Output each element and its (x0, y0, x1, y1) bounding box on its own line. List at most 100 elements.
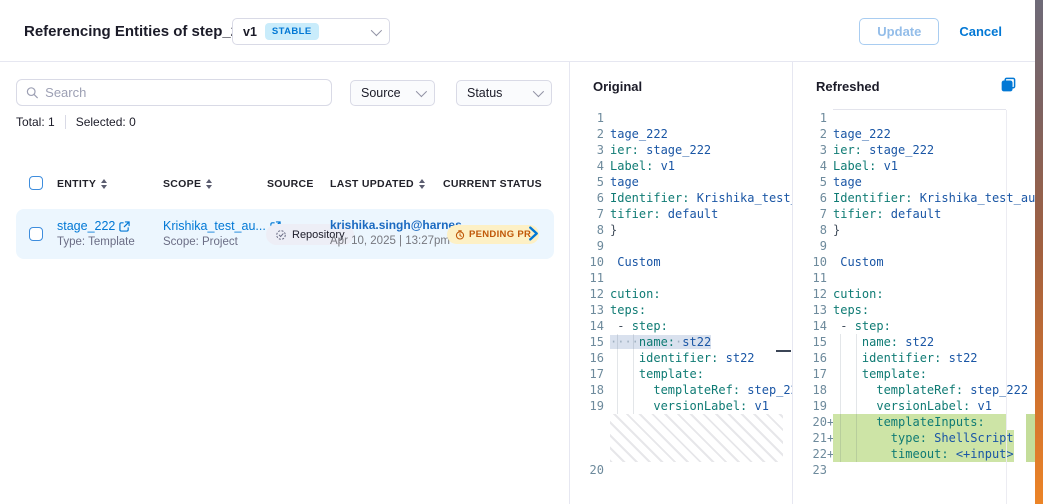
code-line: 1 (570, 110, 783, 126)
code-line: 9 (570, 238, 783, 254)
page-title: Referencing Entities of step_222 (24, 23, 256, 40)
code-line: 15····name:·st22 (570, 334, 783, 350)
code-line: 19 versionLabel: v1 (570, 398, 783, 414)
code-line: 7tifier: default (570, 206, 783, 222)
status-badge: PENDING PR (447, 225, 539, 244)
row-checkbox[interactable] (29, 227, 43, 241)
source-filter[interactable]: Source (350, 80, 435, 106)
column-header-scope[interactable]: SCOPE (163, 178, 212, 190)
scope-sub: Scope: Project (163, 236, 281, 248)
yaml-diff-panel: Original 12tage_2223ier: stage_2224Label… (570, 62, 1035, 504)
code-line: 12cution: (570, 286, 783, 302)
code-line: 11 (793, 270, 1006, 286)
code-line: 9 (793, 238, 1006, 254)
diff-sash-marker[interactable] (776, 350, 791, 352)
code-line: 2tage_222 (570, 126, 783, 142)
code-line: 3ier: stage_222 (570, 142, 783, 158)
repository-icon (275, 229, 287, 241)
background-page-edge (1035, 0, 1043, 504)
chevron-right-icon (528, 226, 539, 241)
refreshed-title: Refreshed (816, 79, 880, 94)
total-count: Total: 1 (16, 115, 55, 129)
chevron-down-icon (371, 24, 382, 35)
dialog-actions: Update Cancel (859, 18, 1002, 45)
cancel-button[interactable]: Cancel (959, 24, 1002, 39)
indent-guide (633, 334, 634, 414)
code-line: 6Identifier: Krishika_test_aut (793, 190, 1006, 206)
column-header-entity[interactable]: ENTITY (57, 178, 107, 190)
search-input[interactable] (45, 85, 322, 100)
code-line: 17 template: (793, 366, 1006, 382)
scope-cell: Krishika_test_au... Scope: Project (163, 219, 281, 248)
sort-icon[interactable] (206, 179, 212, 189)
code-line: 20 (570, 462, 783, 478)
code-line: 11 (570, 270, 783, 286)
code-line: 16 identifier: st22 (793, 350, 1006, 366)
search-icon (26, 86, 38, 99)
code-line: 14 - step: (570, 318, 783, 334)
code-line: 8} (570, 222, 783, 238)
status-filter-label: Status (467, 86, 502, 100)
version-label: v1 (243, 25, 257, 39)
table-header: ENTITY SCOPE SOURCE LAST UPDATED CURRENT… (16, 176, 554, 196)
sort-icon[interactable] (419, 179, 425, 189)
code-line: 19 versionLabel: v1 (793, 398, 1006, 414)
indent-guide (840, 334, 841, 462)
status-filter[interactable]: Status (456, 80, 552, 106)
code-line: 18 templateRef: step_222 (793, 382, 1006, 398)
code-line: 20+ templateInputs: (793, 414, 1006, 430)
code-line: 5tage (570, 174, 783, 190)
code-line: 3ier: stage_222 (793, 142, 1006, 158)
column-header-last-updated[interactable]: LAST UPDATED (330, 178, 425, 190)
editor-edge-line (1006, 110, 1007, 504)
divider (65, 115, 66, 129)
code-line: 14 - step: (793, 318, 1006, 334)
stable-badge: STABLE (265, 23, 319, 40)
indent-guide (617, 334, 618, 414)
source-filter-label: Source (361, 86, 401, 100)
version-select[interactable]: v1 STABLE (232, 18, 390, 45)
entity-link[interactable]: stage_222 (57, 219, 135, 233)
code-line: 18 templateRef: step_222 (570, 382, 783, 398)
select-all-checkbox[interactable] (29, 176, 43, 190)
code-line: 15 name: st22 (793, 334, 1006, 350)
code-line: 21+ type: ShellScript (793, 430, 1006, 446)
entity-cell: stage_222 Type: Template (57, 219, 135, 248)
refreshed-pane[interactable]: Refreshed 12tage_2223ier: stage_2224Labe… (793, 62, 1035, 504)
clock-icon (455, 230, 465, 240)
column-header-source: SOURCE (267, 178, 314, 190)
dialog-header: Referencing Entities of step_222 v1 STAB… (0, 0, 1035, 62)
code-line: 2tage_222 (793, 126, 1006, 142)
code-line: 6Identifier: Krishika_test_aut (570, 190, 783, 206)
code-line: 16 identifier: st22 (570, 350, 783, 366)
code-line: 7tifier: default (793, 206, 1006, 222)
code-line: 1 (793, 110, 1006, 126)
code-line: 17 template: (570, 366, 783, 382)
code-line: 10 Custom (793, 254, 1006, 270)
table-row[interactable]: stage_222 Type: Template Krishika_test_a… (16, 209, 554, 259)
update-button[interactable]: Update (859, 18, 939, 45)
expand-row-chevron[interactable] (528, 226, 539, 246)
chevron-down-icon (533, 86, 544, 97)
copy-icon[interactable] (1001, 77, 1016, 97)
code-line: 5tage (793, 174, 1006, 190)
code-line: 13teps: (570, 302, 783, 318)
diff-placeholder-hatch (610, 414, 783, 462)
scope-link[interactable]: Krishika_test_au... (163, 219, 281, 233)
external-link-icon (119, 221, 130, 232)
search-box[interactable] (16, 79, 332, 106)
column-header-current-status: CURRENT STATUS (443, 178, 542, 190)
indent-guide (856, 334, 857, 462)
code-line: 23 (793, 462, 1006, 478)
overview-ruler-added-marker (1026, 414, 1035, 462)
original-code: 12tage_2223ier: stage_2224Label: v15tage… (570, 110, 783, 478)
chevron-down-icon (416, 86, 427, 97)
entity-type: Type: Template (57, 236, 135, 248)
result-counts: Total: 1 Selected: 0 (16, 115, 136, 129)
sort-icon[interactable] (101, 179, 107, 189)
referencing-entities-dialog: Referencing Entities of step_222 v1 STAB… (0, 0, 1043, 504)
entities-panel: Source Status Total: 1 Selected: 0 ENTIT… (0, 62, 570, 504)
code-line: 10 Custom (570, 254, 783, 270)
code-line: 12cution: (793, 286, 1006, 302)
original-pane[interactable]: Original 12tage_2223ier: stage_2224Label… (570, 62, 793, 504)
